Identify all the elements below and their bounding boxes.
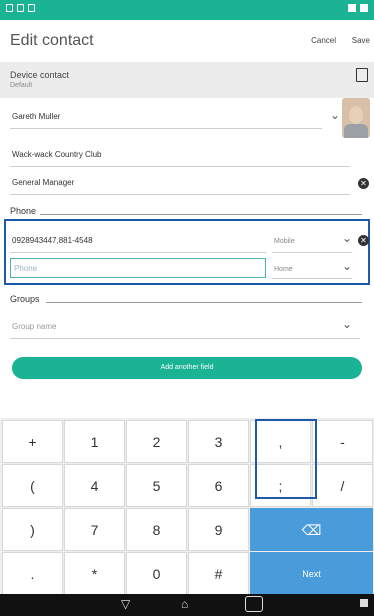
company-underline [10,166,350,167]
groups-section-label: Groups [10,294,40,304]
next-key[interactable]: Next [250,552,373,595]
chevron-down-icon[interactable]: ⌄ [342,317,352,331]
key-period[interactable]: . [2,552,63,595]
navigation-bar: ▽ ⌂ [0,594,374,616]
key-9[interactable]: 9 [188,508,249,551]
home-type-underline [272,278,352,279]
key-plus[interactable]: + [2,420,63,463]
avatar-shirt [344,124,368,138]
cancel-button[interactable]: Cancel [311,36,336,45]
key-1[interactable]: 1 [64,420,125,463]
account-subtitle: Default [10,82,33,89]
contact-photo[interactable] [342,98,370,138]
back-icon[interactable]: ▽ [121,597,130,611]
key-0[interactable]: 0 [126,552,187,595]
key-8[interactable]: 8 [126,508,187,551]
company-field[interactable]: Wack-wack Country Club [12,150,102,159]
key-6[interactable]: 6 [188,464,249,507]
home-icon[interactable]: ⌂ [181,597,188,611]
key-asterisk[interactable]: * [64,552,125,595]
phone-underline [10,252,266,253]
wifi-icon [348,4,356,12]
save-button[interactable]: Save [352,36,370,45]
account-card-icon[interactable] [356,68,368,82]
menu-icon[interactable] [360,599,368,607]
add-field-button[interactable]: Add another field [12,357,362,379]
key-hash[interactable]: # [188,552,249,595]
account-title: Device contact [10,70,70,80]
key-comma[interactable]: , [250,420,311,463]
chevron-down-icon[interactable]: ⌄ [342,259,352,273]
key-7[interactable]: 7 [64,508,125,551]
phone-section-label: Phone [10,206,37,216]
key-5[interactable]: 5 [126,464,187,507]
group-name-select[interactable]: Group name [12,322,56,331]
phone-section-rule [40,214,362,215]
backspace-key[interactable]: ⌫ [250,508,373,551]
name-underline [10,128,322,129]
account-band: Device contact Default [0,62,374,98]
status-bar [0,0,374,20]
notification-icon [17,4,24,12]
backspace-icon: ⌫ [301,522,322,538]
job-title-underline [10,194,350,195]
key-semicolon[interactable]: ; [250,464,311,507]
recents-icon[interactable] [245,596,263,612]
battery-icon [360,4,368,12]
numeric-keyboard: + 1 2 3 , - ( 4 5 6 ; / ) 7 8 9 ⌫ . * 0 … [0,418,374,595]
remove-phone-icon[interactable]: ✕ [358,235,369,246]
phone-input-border [10,258,266,278]
key-2[interactable]: 2 [126,420,187,463]
key-close-paren[interactable]: ) [2,508,63,551]
home-type-select[interactable]: Home [274,266,293,273]
name-field[interactable]: Gareth Muller [12,112,60,121]
phone-type-underline [272,252,352,253]
key-slash[interactable]: / [312,464,373,507]
avatar-face [349,106,363,124]
key-open-paren[interactable]: ( [2,464,63,507]
chevron-down-icon[interactable]: ⌄ [342,231,352,245]
key-3[interactable]: 3 [188,420,249,463]
remove-field-icon[interactable]: ✕ [358,178,369,189]
notification-icon [28,4,35,12]
notification-icons [6,4,35,12]
job-title-field[interactable]: General Manager [12,178,74,187]
page-title: Edit contact [10,32,94,49]
chevron-down-icon[interactable]: ⌄ [330,108,340,122]
phone-number-field[interactable]: 0928943447,881-4548 [12,236,93,245]
key-4[interactable]: 4 [64,464,125,507]
notification-icon [6,4,13,12]
phone-type-select[interactable]: Mobile [274,238,295,245]
key-minus[interactable]: - [312,420,373,463]
title-bar: Edit contact Cancel Save [0,20,374,62]
system-icons [348,4,368,12]
group-underline [10,338,360,339]
groups-section-rule [46,302,362,303]
